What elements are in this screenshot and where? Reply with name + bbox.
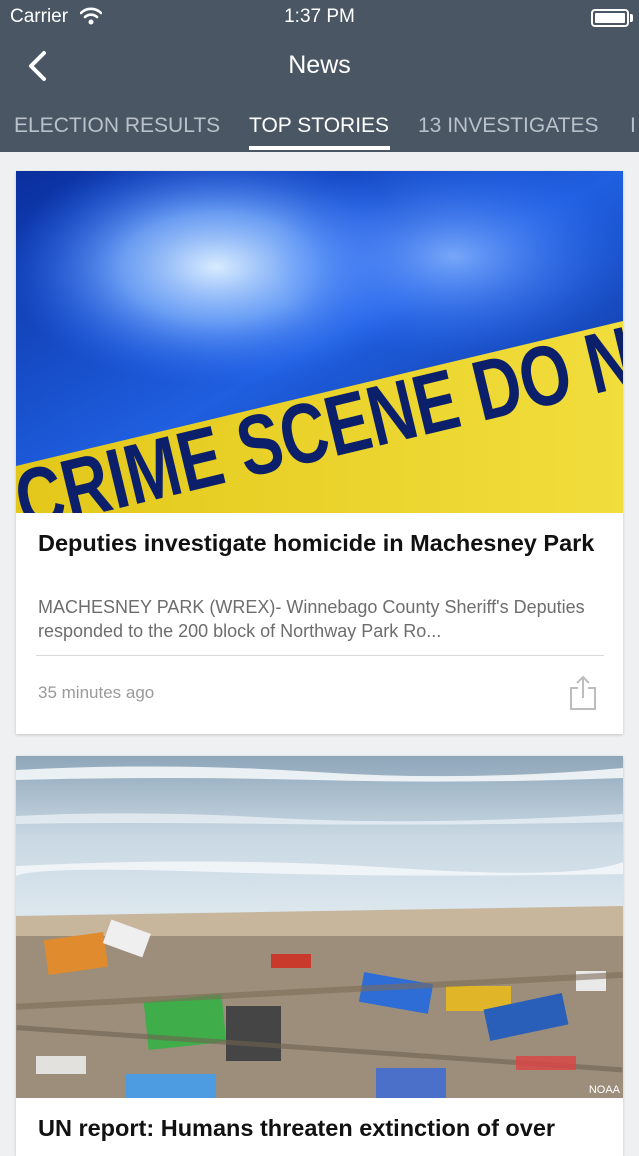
active-tab-indicator [249, 146, 390, 150]
clock: 1:37 PM [284, 6, 355, 27]
app-header: Carrier 1:37 PM News ELECTION RESULTS TO… [0, 0, 639, 152]
article-image-beach-trash[interactable]: NOAA [16, 756, 623, 1098]
image-credit: NOAA [588, 1084, 620, 1096]
tab-next-partial[interactable]: I [630, 104, 636, 152]
tab-top-stories[interactable]: TOP STORIES [249, 104, 389, 152]
battery-icon [591, 9, 633, 27]
section-tabs: ELECTION RESULTS TOP STORIES 13 INVESTIG… [0, 104, 639, 152]
article-headline[interactable]: Deputies investigate homicide in Machesn… [38, 529, 603, 558]
tab-13-investigates[interactable]: 13 INVESTIGATES [418, 104, 599, 152]
nav-bar: News [0, 34, 639, 98]
share-icon[interactable] [568, 675, 598, 711]
article-timestamp: 35 minutes ago [38, 683, 155, 702]
article-image-crime-scene[interactable]: CRIME SCENE DO NOT [16, 171, 623, 513]
article-summary: MACHESNEY PARK (WREX)- Winnebago County … [38, 597, 585, 641]
page-title: News [288, 51, 351, 79]
tab-election-results[interactable]: ELECTION RESULTS [14, 104, 220, 152]
status-bar: Carrier 1:37 PM [0, 0, 639, 34]
card-divider [36, 655, 604, 656]
article-card[interactable]: NOAA UN report: Humans threaten extincti… [16, 756, 623, 1156]
article-headline[interactable]: UN report: Humans threaten extinction of… [38, 1114, 603, 1143]
article-card[interactable]: CRIME SCENE DO NOT Deputies investigate … [16, 171, 623, 734]
